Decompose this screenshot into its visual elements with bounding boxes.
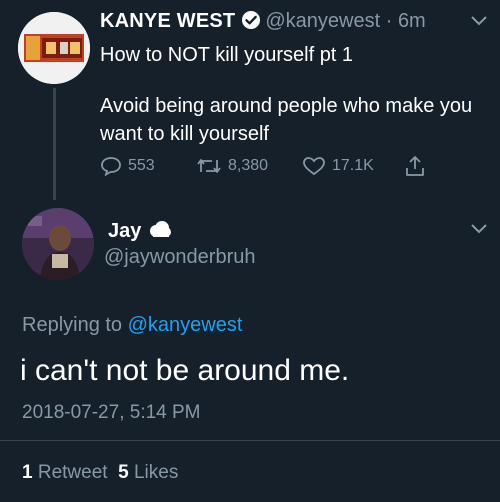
share-icon — [406, 156, 424, 176]
retweet-count: 8,380 — [228, 157, 269, 174]
chevron-down-icon[interactable] — [470, 222, 488, 240]
separator-dot: · — [385, 10, 393, 32]
jay-avatar[interactable] — [22, 208, 94, 280]
reply-text: i can't not be around me. — [20, 354, 350, 387]
author-handle[interactable]: @kanyewest — [265, 10, 380, 32]
retweet-stat-count: 1 — [22, 462, 33, 483]
cloud-emoji-icon — [147, 219, 172, 246]
reply-author-row: Jay — [108, 218, 172, 246]
replying-to-line: Replying to @kanyewest — [22, 312, 242, 338]
tweet-title-line: How to NOT kill yourself pt 1 — [100, 44, 354, 66]
tweet-header: KANYE WEST @kanyewest · 6m — [100, 8, 426, 37]
reply-icon — [101, 157, 121, 176]
retweet-stat-label: Retweet — [37, 462, 108, 483]
avatar-photo — [22, 208, 94, 280]
reply-author-handle[interactable]: @jaywonderbruh — [104, 244, 256, 270]
tweet-body: Avoid being around people who make you w… — [100, 95, 473, 145]
like-button[interactable]: 17.1K — [302, 156, 374, 176]
share-button[interactable] — [404, 154, 426, 178]
replying-to-label: Replying to — [22, 314, 123, 336]
like-stat[interactable]: 5 Likes — [118, 462, 178, 483]
replying-to-handle[interactable]: @kanyewest — [128, 314, 243, 336]
chevron-down-icon[interactable] — [470, 14, 488, 32]
kanye-avatar[interactable] — [18, 12, 90, 84]
avatar-artwork — [18, 12, 90, 84]
reply-timestamp[interactable]: 2018-07-27, 5:14 PM — [22, 400, 201, 426]
thread-line — [53, 88, 56, 200]
verified-badge-icon — [241, 10, 261, 37]
like-stat-count: 5 — [118, 462, 129, 483]
like-stat-label: Likes — [133, 462, 179, 483]
tweet-time[interactable]: 6m — [398, 10, 426, 32]
engagement-stats: 1 Retweet 5 Likes — [22, 460, 178, 486]
divider — [0, 440, 500, 441]
reply-count: 553 — [128, 157, 155, 174]
author-name[interactable]: KANYE WEST — [100, 10, 235, 32]
retweet-stat[interactable]: 1 Retweet — [22, 462, 108, 483]
heart-icon — [303, 157, 325, 176]
retweet-icon — [197, 159, 221, 173]
retweet-button[interactable]: 8,380 — [196, 156, 268, 176]
reply-button[interactable]: 553 — [100, 156, 155, 176]
reply-author-name[interactable]: Jay — [108, 220, 141, 242]
like-count: 17.1K — [332, 157, 374, 174]
